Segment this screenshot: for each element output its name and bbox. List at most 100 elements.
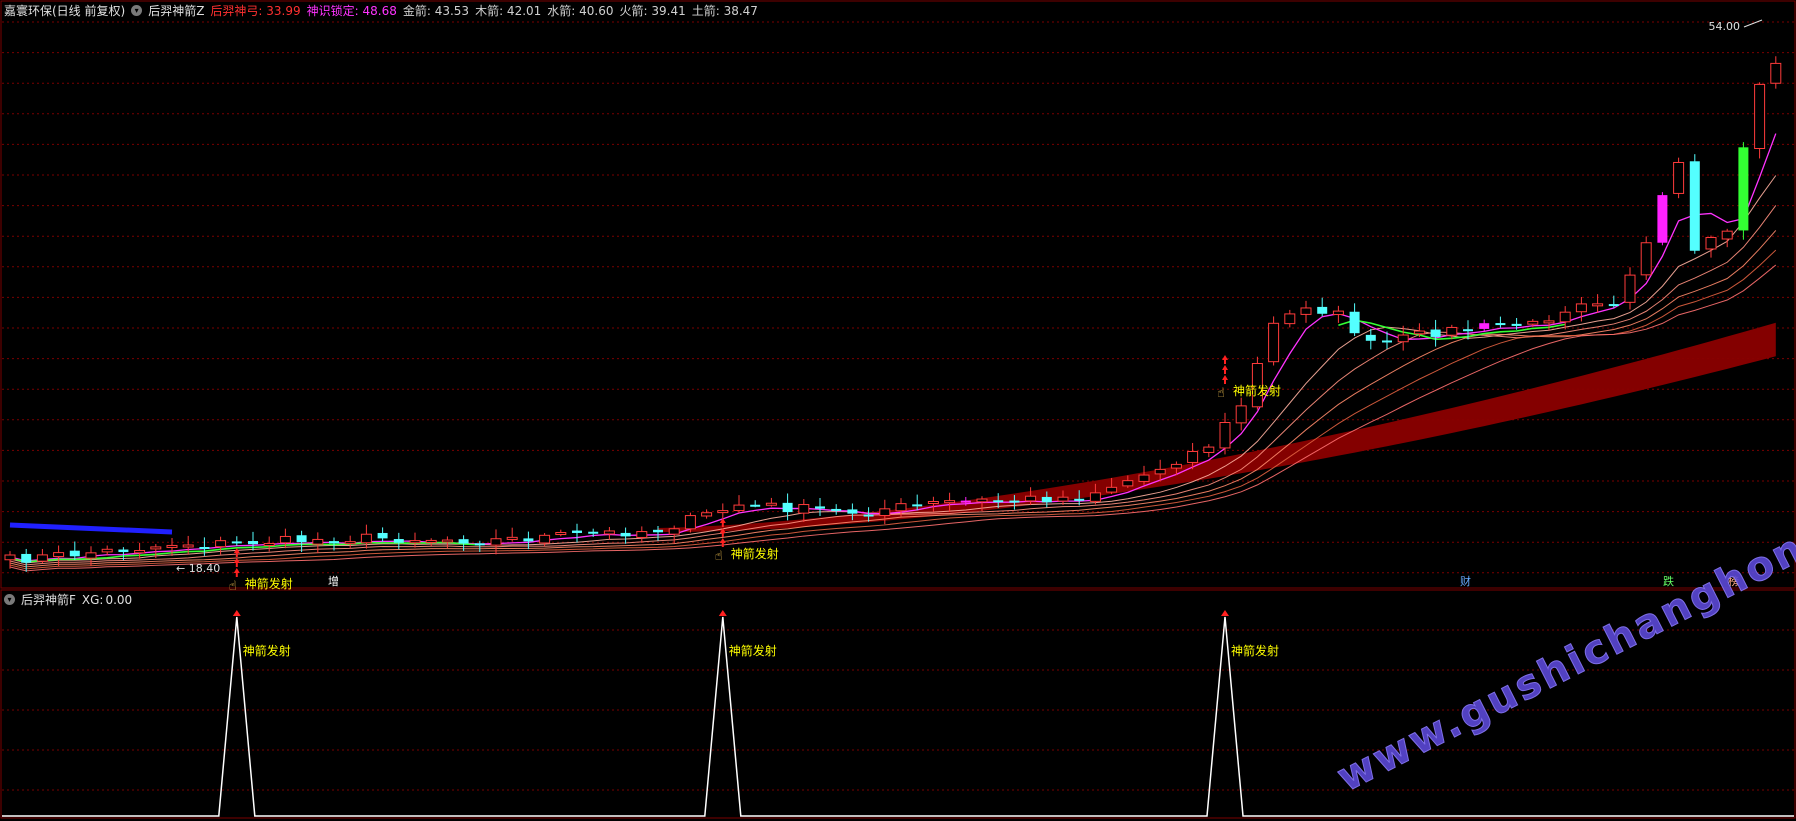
candle[interactable] [506,527,518,542]
candle[interactable] [1754,82,1766,159]
candle-body [572,530,582,533]
candle[interactable] [101,545,113,556]
up-arrow-icon [233,548,240,557]
candle-body [976,498,988,503]
candle-body [782,502,793,513]
candle-body [539,534,551,544]
candle-body [1057,496,1069,502]
candle[interactable] [1624,267,1636,310]
candle-body [620,532,631,537]
candle[interactable] [377,527,388,542]
indicator-value-4: 水箭: 40.60 [547,4,614,18]
candle[interactable] [1349,303,1360,337]
candle-body [1479,323,1490,329]
candle-body [863,514,874,517]
candle-body [474,543,485,546]
candle[interactable] [1592,294,1604,313]
candle-body [603,530,615,535]
up-arrow-icon [233,558,240,567]
candle-body [490,538,502,546]
candle[interactable] [1219,412,1231,455]
xg-value: 0.00 [105,592,133,607]
candle[interactable] [765,497,777,507]
candle[interactable] [620,527,631,544]
candle-body [458,539,469,544]
candle[interactable] [1284,309,1296,328]
candle-body [1382,340,1392,343]
up-arrow-icon [718,610,727,616]
candle-body [555,532,567,536]
candle[interactable] [1317,297,1328,317]
candle[interactable] [1268,316,1280,366]
candle[interactable] [1559,306,1571,330]
candle[interactable] [1332,305,1344,323]
candle[interactable] [312,532,324,554]
candle-body [1365,334,1376,341]
indicator-value-6: 土箭: 38.47 [691,4,758,18]
candle[interactable] [1640,236,1652,280]
candle-body [1268,322,1280,363]
candle-body [1203,446,1215,453]
sub-header: ▾ 后羿神箭F XG: 0.00 [4,591,132,608]
candle-body [231,541,242,544]
candle-body [912,504,923,507]
candle-body [4,554,16,561]
collapse-circle-icon[interactable]: ▾ [4,594,15,605]
candle-body [1430,329,1441,337]
candlesticks[interactable] [4,56,1782,572]
candle[interactable] [701,509,713,519]
signal-label: 神箭发射 [245,576,293,591]
candle[interactable] [603,527,615,540]
candle[interactable] [1235,397,1247,431]
candle[interactable] [1300,300,1312,323]
candle[interactable] [798,499,810,522]
candle-body [717,510,729,514]
candle[interactable] [344,535,356,549]
candle-body [377,532,388,539]
candle-body [1446,326,1458,336]
candle[interactable] [69,541,80,560]
up-arrow-icon [1222,355,1228,364]
candle-body [1592,303,1604,307]
candle[interactable] [425,538,437,547]
collapse-circle-icon[interactable]: ▾ [131,5,143,16]
candle[interactable] [85,546,97,566]
candle[interactable] [1657,192,1668,246]
candle-body [263,542,275,546]
candle[interactable] [134,542,146,559]
candle[interactable] [409,532,421,548]
candle[interactable] [1430,319,1441,347]
candle[interactable] [733,495,745,514]
up-arrow-icon [1222,375,1228,384]
candle[interactable] [296,530,307,553]
candle-body [69,550,80,557]
candle[interactable] [572,523,582,543]
sub-indicator-panel: 神箭发射 神箭发射 神箭发射 [2,610,1794,817]
candle[interactable] [750,500,761,508]
candle[interactable] [636,526,648,543]
candle[interactable] [1203,444,1215,458]
candle[interactable] [231,536,242,547]
candle[interactable] [36,548,48,564]
candle[interactable] [1446,324,1458,340]
candle[interactable] [1479,319,1490,332]
candle[interactable] [1721,228,1733,248]
candle[interactable] [1495,316,1506,328]
candle-body [1527,320,1539,325]
stock-name: 嘉寰环保(日线 前复权) [4,4,126,18]
candle[interactable] [717,503,729,519]
candle[interactable] [1738,142,1749,240]
ma-ribbon-line [9,175,1777,564]
candle-body [1511,323,1522,326]
candle[interactable] [831,504,842,515]
candle-body [1041,496,1052,503]
signal-label: 神箭发射 [731,546,779,561]
candle-body [21,553,32,563]
candle[interactable] [1673,157,1685,199]
candle[interactable] [815,497,825,516]
high-price-label: 54.00 [1709,20,1741,33]
candle[interactable] [1689,154,1700,254]
candle[interactable] [1770,56,1782,89]
candle[interactable] [1705,235,1717,258]
candle[interactable] [555,529,567,537]
